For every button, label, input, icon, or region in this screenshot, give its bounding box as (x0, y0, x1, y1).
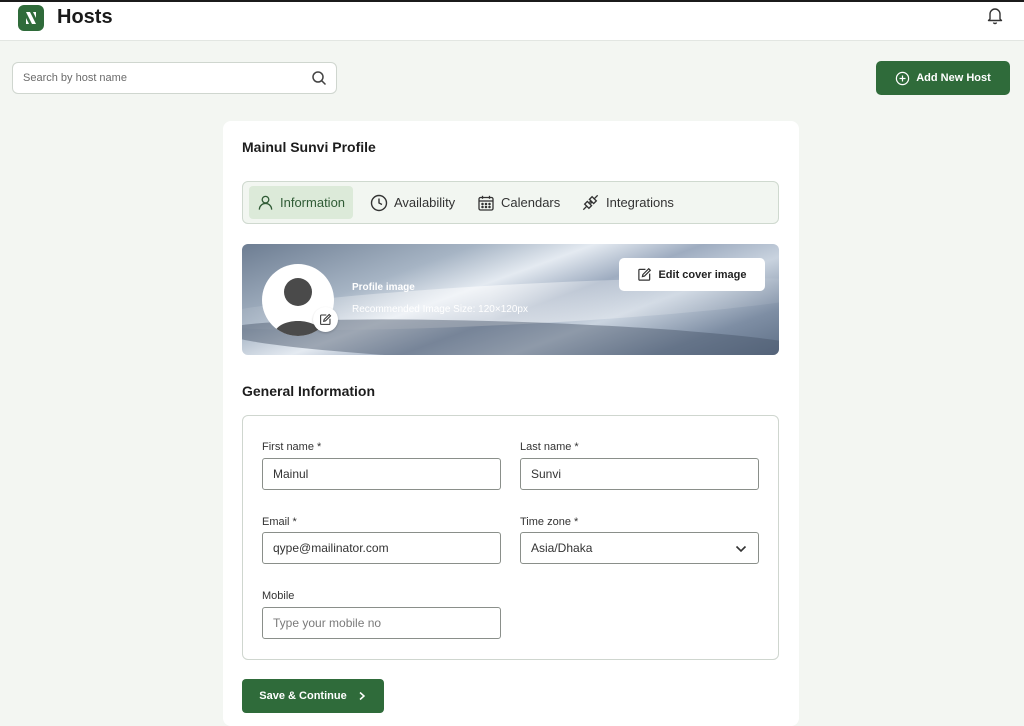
clock-icon (370, 194, 388, 211)
edit-icon (638, 267, 652, 281)
chevron-down-icon (735, 545, 747, 553)
tab-information[interactable]: Information (249, 186, 354, 219)
plug-icon (582, 194, 599, 211)
page-title: Hosts (57, 6, 113, 28)
save-continue-label: Save & Continue (259, 690, 347, 702)
avatar-edit-button[interactable] (313, 307, 338, 332)
edit-icon (320, 313, 332, 325)
bell-icon[interactable] (985, 6, 1005, 26)
plus-circle-icon (896, 71, 910, 85)
tab-integrations-label: Integrations (606, 195, 674, 210)
last-name-label: Last name * (520, 441, 579, 453)
profile-image-hint: Recommended Image Size: 120×120px (352, 304, 528, 315)
tab-availability[interactable]: Availability (362, 186, 463, 219)
user-icon (258, 195, 273, 210)
add-new-host-button[interactable]: Add New Host (876, 61, 1010, 95)
edit-cover-image-button[interactable]: Edit cover image (619, 258, 765, 291)
search-icon[interactable] (311, 70, 327, 86)
tab-calendars-label: Calendars (501, 195, 561, 210)
tab-calendars[interactable]: Calendars (469, 186, 568, 219)
profile-tabs: Information Availability Calendars Integ… (242, 181, 779, 224)
tab-information-label: Information (280, 195, 346, 210)
logo-icon[interactable] (18, 5, 44, 31)
email-label: Email * (262, 516, 297, 528)
timezone-select[interactable]: Asia/Dhaka (520, 532, 759, 564)
general-information-form: First name * Last name * Email * Time zo… (242, 415, 779, 660)
mobile-label: Mobile (262, 590, 295, 602)
last-name-field[interactable] (520, 458, 759, 490)
profile-title: Mainul Sunvi Profile (242, 139, 376, 155)
general-information-title: General Information (242, 383, 376, 399)
email-field[interactable] (262, 532, 501, 564)
chevron-right-icon (359, 691, 365, 701)
edit-cover-image-label: Edit cover image (658, 268, 747, 281)
timezone-value: Asia/Dhaka (531, 541, 593, 555)
timezone-label: Time zone * (520, 516, 579, 528)
first-name-label: First name * (262, 441, 322, 453)
first-name-field[interactable] (262, 458, 501, 490)
mobile-field[interactable] (262, 607, 501, 639)
search-input[interactable] (13, 63, 303, 93)
top-bar: Hosts (0, 0, 1024, 41)
cover-image: Profile image Recommended Image Size: 12… (242, 244, 779, 355)
calendar-icon (478, 195, 494, 211)
add-new-host-label: Add New Host (916, 72, 991, 84)
tab-integrations[interactable]: Integrations (573, 186, 682, 219)
profile-card: Mainul Sunvi Profile Information Availab… (223, 121, 799, 726)
profile-image-label: Profile image (352, 282, 415, 293)
search-box (12, 62, 337, 94)
tab-availability-label: Availability (394, 195, 456, 210)
save-continue-button[interactable]: Save & Continue (242, 679, 384, 713)
